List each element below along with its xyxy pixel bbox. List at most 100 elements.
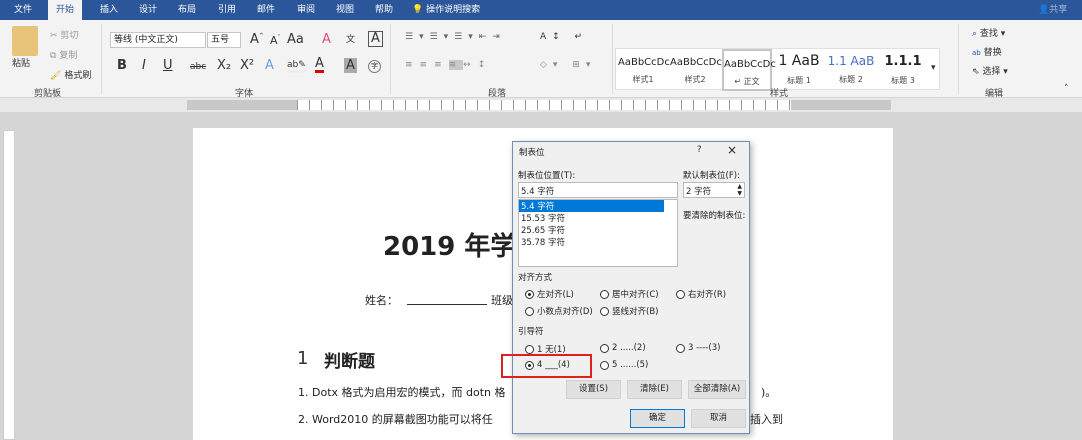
- cancel-button[interactable]: 取消: [691, 409, 746, 428]
- collapse-ribbon-icon[interactable]: ˄: [1064, 84, 1069, 94]
- tab-mailings[interactable]: 邮件: [249, 0, 283, 20]
- tab-references[interactable]: 引用: [210, 0, 244, 20]
- divider: [390, 24, 391, 94]
- share-button[interactable]: 👤共享: [1030, 0, 1075, 20]
- align-decimal-radio[interactable]: 小数点对齐(D): [525, 305, 593, 317]
- question-2: 2. Word2010 的屏幕截图功能可以将任: [298, 413, 493, 426]
- radio-icon: [525, 344, 534, 354]
- radio-label: 竖线对齐(B): [612, 307, 659, 317]
- bold-button[interactable]: B: [117, 58, 127, 73]
- tab-home[interactable]: 开始: [48, 0, 83, 20]
- tab-stop-item[interactable]: 15.53 字符: [519, 212, 677, 224]
- copy-icon: ⧉: [50, 51, 57, 61]
- char-border-button[interactable]: A: [368, 31, 383, 47]
- highlight-box: [501, 354, 592, 378]
- superscript-button[interactable]: X²: [240, 58, 254, 73]
- underline-button[interactable]: U: [163, 58, 173, 73]
- tab-view[interactable]: 视图: [328, 0, 362, 20]
- heading-text: 判断题: [324, 352, 375, 372]
- leader-middots-radio[interactable]: 5 ......(5): [600, 360, 648, 370]
- style-item[interactable]: 1.1.1 标题 3: [878, 49, 928, 91]
- tab-file[interactable]: 文件: [6, 0, 40, 20]
- vertical-ruler[interactable]: [3, 130, 15, 440]
- shrink-font-button[interactable]: Aˇ: [270, 34, 281, 47]
- ruler-margin-right: [791, 100, 891, 110]
- set-button[interactable]: 设置(S): [566, 380, 621, 399]
- paste-button[interactable]: 粘贴: [12, 56, 30, 69]
- close-button[interactable]: ×: [727, 143, 737, 157]
- tab-insert[interactable]: 插入: [92, 0, 126, 20]
- default-tab-spinner[interactable]: 2 字符 ▲ ▼: [683, 182, 745, 198]
- style-item[interactable]: AaBbCcDc 样式2: [670, 49, 722, 91]
- subscript-button[interactable]: X₂: [217, 58, 231, 73]
- spinner-arrows-icon[interactable]: ▲ ▼: [737, 183, 742, 197]
- tab-help[interactable]: 帮助: [367, 0, 401, 20]
- ribbon: 粘贴 ✂ 剪切 ⧉ 复制 🖌 格式刷 剪贴板 等线 (中文正文) 五号 A^ A…: [0, 20, 1082, 99]
- sort-showmarks-buttons[interactable]: A↕ ↵: [540, 32, 588, 42]
- alignment-buttons[interactable]: ≡≡≡≡↔↕: [405, 60, 492, 70]
- highlight-button[interactable]: ab✎: [287, 60, 306, 73]
- align-center-radio[interactable]: 居中对齐(C): [600, 288, 659, 300]
- style-item[interactable]: AaBbCcDc 样式1: [618, 49, 670, 91]
- style-item[interactable]: 1 AaB 标题 1: [774, 49, 824, 91]
- lightbulb-icon: 💡: [412, 5, 424, 15]
- strikethrough-button[interactable]: abc: [190, 62, 206, 72]
- styles-more-icon[interactable]: ▾: [931, 63, 936, 73]
- leader-dots-radio[interactable]: 2 .....(2): [600, 343, 646, 353]
- style-item[interactable]: 1.1 AaB 标题 2: [826, 49, 876, 91]
- horizontal-ruler[interactable]: [0, 98, 1082, 112]
- tell-me-label: 操作说明搜索: [426, 5, 481, 15]
- format-painter-button[interactable]: 🖌 格式刷: [50, 68, 91, 81]
- find-label: 查找: [979, 29, 998, 39]
- cut-button[interactable]: ✂ 剪切: [50, 28, 78, 41]
- tab-stop-item[interactable]: 25.65 字符: [519, 224, 677, 236]
- tab-stop-item-selected[interactable]: 5.4 字符: [519, 200, 664, 212]
- heading-number: 1: [297, 348, 309, 369]
- clear-format-icon[interactable]: A: [322, 32, 331, 47]
- list-buttons[interactable]: ☰▾☰▾☰▾⇤⇥: [405, 32, 506, 42]
- style-preview: AaBbCcDc: [724, 59, 776, 70]
- enclose-char-button[interactable]: 字: [368, 60, 381, 73]
- font-name-select[interactable]: 等线 (中文正文): [110, 32, 206, 48]
- ok-button[interactable]: 确定: [630, 409, 685, 428]
- replace-button[interactable]: ab 替换: [972, 45, 1002, 58]
- replace-icon: ab: [972, 49, 981, 57]
- change-case-button[interactable]: Aa: [287, 32, 304, 47]
- leader-dashes-radio[interactable]: 3 ----(3): [676, 343, 720, 353]
- text-effects-button[interactable]: A: [265, 58, 274, 73]
- char-shading-button[interactable]: A: [344, 58, 357, 73]
- grow-font-button[interactable]: A^: [250, 32, 264, 47]
- style-preview: 1.1.1: [884, 54, 922, 69]
- tab-stops-list[interactable]: 5.4 字符 15.53 字符 25.65 字符 35.78 字符: [518, 199, 678, 267]
- phonetic-guide-button[interactable]: 文: [346, 32, 355, 45]
- tab-layout[interactable]: 布局: [170, 0, 204, 20]
- font-size-select[interactable]: 五号: [207, 32, 241, 48]
- tab-stop-item[interactable]: 35.78 字符: [519, 236, 677, 248]
- font-color-button[interactable]: A: [315, 57, 324, 73]
- tab-review[interactable]: 审阅: [289, 0, 323, 20]
- select-button[interactable]: ⇖ 选择 ▾: [972, 64, 1008, 77]
- radio-label: 左对齐(L): [537, 290, 574, 300]
- tab-design[interactable]: 设计: [131, 0, 165, 20]
- copy-button[interactable]: ⧉ 复制: [50, 48, 77, 61]
- style-preview: 1.1 AaB: [827, 54, 875, 68]
- style-name: ↵ 正文: [734, 77, 760, 86]
- help-button[interactable]: ?: [697, 145, 702, 155]
- find-button[interactable]: ⌕ 查找 ▾: [972, 26, 1005, 39]
- default-tab-value: 2 字符: [686, 187, 712, 197]
- clear-button[interactable]: 清除(E): [627, 380, 682, 399]
- ribbon-tabs: 文件 开始 插入 设计 布局 引用 邮件 审阅 视图 帮助 💡 操作说明搜索 👤…: [0, 0, 1082, 20]
- class-label: 班级: [491, 294, 513, 307]
- radio-label: 5 ......(5): [612, 360, 649, 370]
- align-left-radio[interactable]: 左对齐(L): [525, 288, 574, 300]
- cursor-icon: ⇖: [972, 67, 980, 77]
- style-item-selected[interactable]: AaBbCcDc ↵ 正文: [722, 49, 776, 91]
- clear-all-button[interactable]: 全部清除(A): [688, 380, 746, 399]
- tab-position-input[interactable]: 5.4 字符: [518, 182, 678, 198]
- radio-label: 居中对齐(C): [612, 290, 659, 300]
- shading-border-buttons[interactable]: ◇▾ ⊞▾: [540, 60, 596, 70]
- tell-me-search[interactable]: 💡 操作说明搜索: [404, 0, 488, 20]
- align-bar-radio[interactable]: 竖线对齐(B): [600, 305, 658, 317]
- italic-button[interactable]: I: [142, 58, 146, 73]
- align-right-radio[interactable]: 右对齐(R): [676, 288, 726, 300]
